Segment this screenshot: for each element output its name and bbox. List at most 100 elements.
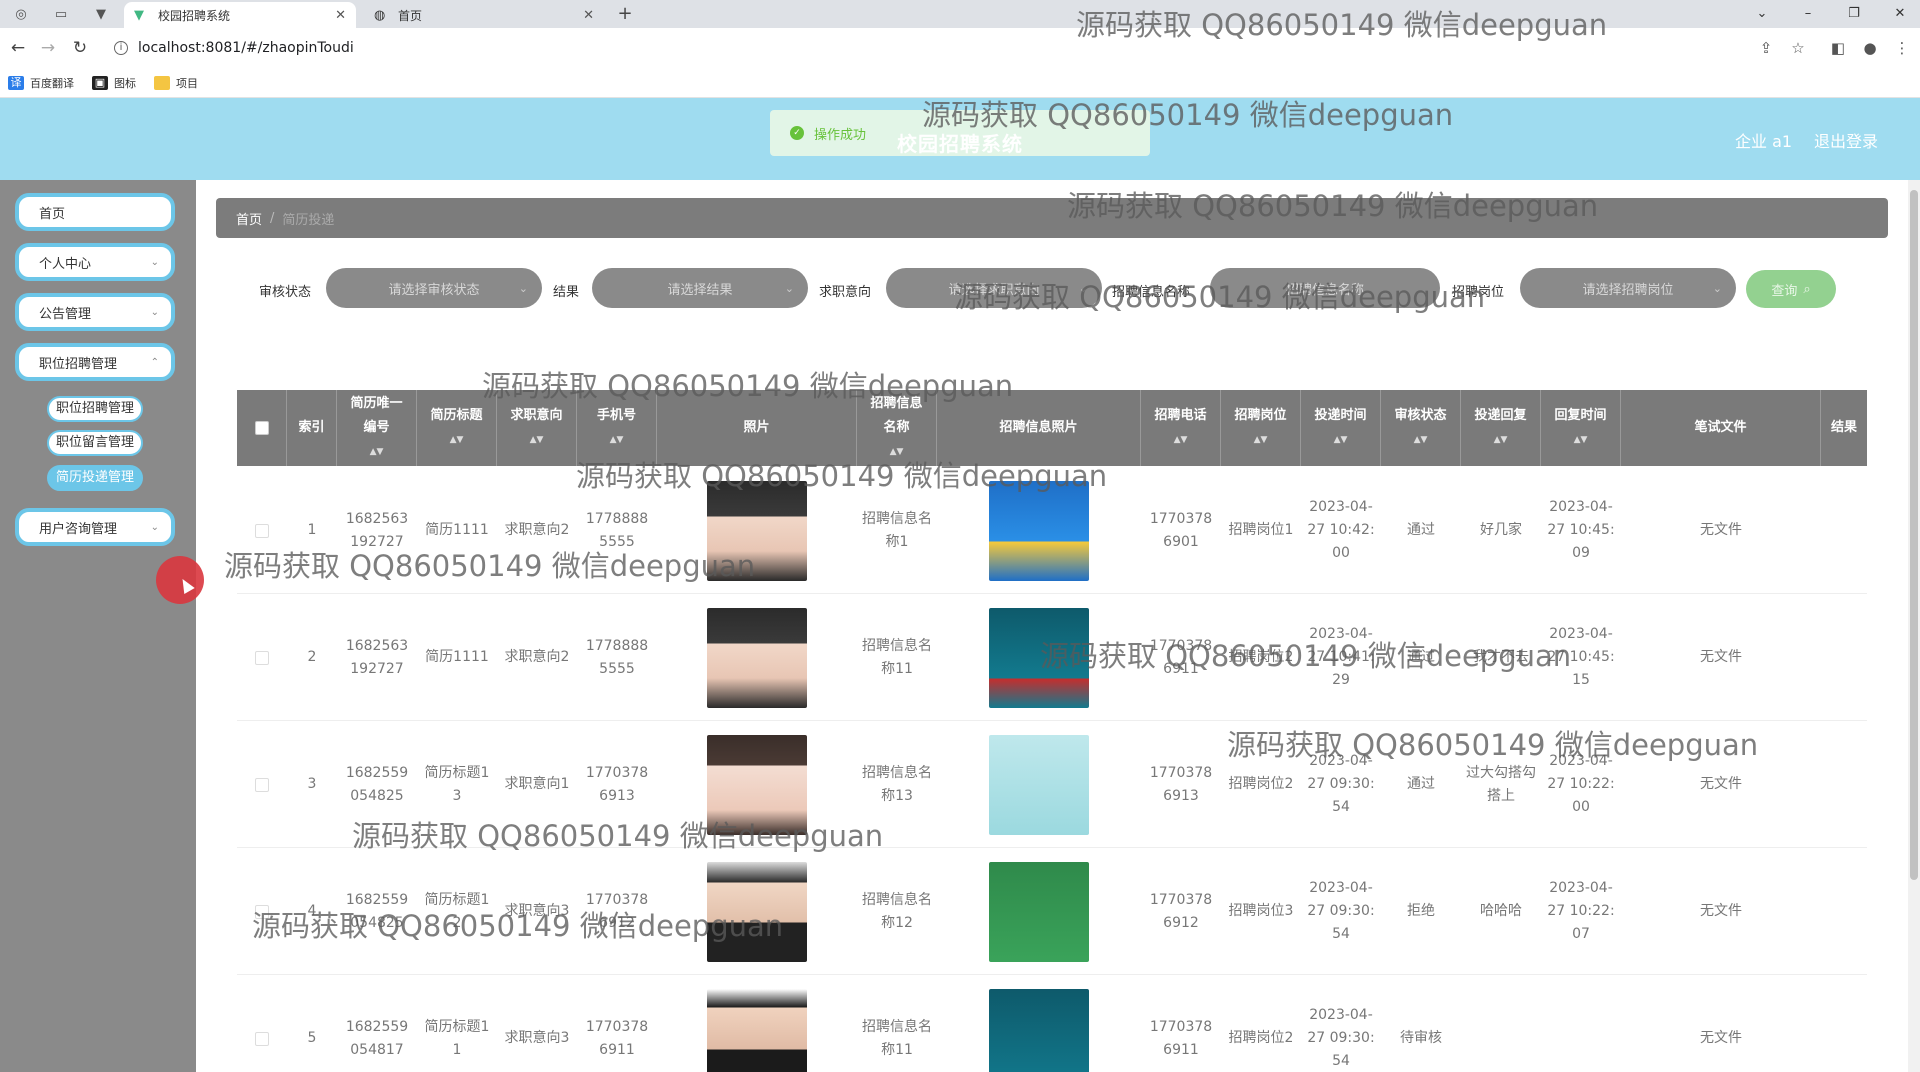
pinned-tab-vue-icon[interactable]: ▼ [90, 4, 112, 24]
resume-photo[interactable] [707, 607, 807, 708]
chevron-down-icon: ⌄ [784, 281, 794, 295]
info-icon[interactable]: i [114, 41, 128, 55]
minimize-button[interactable]: – [1793, 3, 1823, 25]
col-job-name[interactable]: 招聘信息名称 ▲▼ [857, 390, 937, 466]
resume-photo[interactable] [707, 480, 807, 581]
col-position[interactable]: 招聘岗位 ▲▼ [1221, 390, 1301, 466]
sidebar-subitem-job-manage[interactable]: 职位招聘管理 [47, 396, 143, 422]
search-button[interactable]: 查询 ⌕ [1746, 270, 1836, 308]
table-row[interactable]: 5 1682559054817 简历标题11 求职意向3 17703786911… [237, 975, 1867, 1072]
sort-icon[interactable]: ▲▼ [1574, 428, 1588, 452]
job-photo[interactable] [989, 607, 1089, 708]
sort-icon[interactable]: ▲▼ [890, 440, 904, 464]
close-icon[interactable]: ✕ [335, 8, 346, 23]
table-row[interactable]: 2 1682563192727 简历1111 求职意向2 17788885555… [237, 594, 1867, 721]
col-result[interactable]: 结果 [1821, 390, 1867, 466]
col-time[interactable]: 投递时间 ▲▼ [1301, 390, 1381, 466]
col-status[interactable]: 审核状态 ▲▼ [1381, 390, 1461, 466]
select-all-checkbox[interactable] [254, 421, 269, 435]
scrollbar-thumb[interactable] [1910, 190, 1918, 880]
menu-icon[interactable]: ⋮ [1890, 36, 1914, 60]
sidebar-subitem-resume-delivery[interactable]: 简历投递管理 [47, 465, 143, 491]
row-checkbox-cell[interactable] [237, 721, 287, 848]
row-checkbox[interactable] [255, 777, 269, 792]
select-all-checkbox-cell[interactable] [237, 390, 287, 466]
current-user[interactable]: 企业 a1 [1735, 128, 1792, 152]
sort-icon[interactable]: ▲▼ [1174, 428, 1188, 452]
bookmark-baidu-translate[interactable]: 译 百度翻译 [8, 75, 74, 91]
col-job-photo[interactable]: 招聘信息照片 [937, 390, 1141, 466]
filter-select-result[interactable]: 请选择结果 ⌄ [592, 268, 808, 308]
sidebar-item-notice[interactable]: 公告管理 ⌄ [15, 293, 175, 331]
filter-select-status[interactable]: 请选择审核状态 ⌄ [326, 268, 542, 308]
close-icon[interactable]: ✕ [583, 8, 594, 23]
row-checkbox-cell[interactable] [237, 975, 287, 1072]
resume-photo[interactable] [707, 861, 807, 962]
sort-icon[interactable]: ▲▼ [1494, 428, 1508, 452]
table-row[interactable]: 1 1682563192727 简历1111 求职意向2 17788885555… [237, 467, 1867, 594]
sidebar-item-home[interactable]: 首页 [15, 193, 175, 231]
sort-icon[interactable]: ▲▼ [530, 428, 544, 452]
sidebar-item-job-recruit[interactable]: 职位招聘管理 ⌃ [15, 343, 175, 381]
row-checkbox[interactable] [255, 904, 269, 919]
resume-photo[interactable] [707, 988, 807, 1072]
sidebar-item-consult[interactable]: 用户咨询管理 ⌄ [15, 508, 175, 546]
new-tab-button[interactable]: + [614, 3, 636, 25]
pinned-tab-icon[interactable]: ▭ [50, 4, 72, 24]
reload-icon[interactable]: ↻ [68, 36, 92, 60]
sidepanel-icon[interactable]: ◧ [1826, 36, 1850, 60]
breadcrumb-home[interactable]: 首页 [236, 209, 262, 228]
sidebar-item-profile[interactable]: 个人中心 ⌄ [15, 243, 175, 281]
col-index[interactable]: 索引 [287, 390, 337, 466]
col-file[interactable]: 笔试文件 [1621, 390, 1821, 466]
back-icon[interactable]: ← [6, 36, 30, 60]
sort-icon[interactable]: ▲▼ [450, 428, 464, 452]
sort-icon[interactable]: ▲▼ [1334, 428, 1348, 452]
forward-icon[interactable]: → [36, 36, 60, 60]
row-checkbox[interactable] [255, 1031, 269, 1046]
row-checkbox-cell[interactable] [237, 848, 287, 975]
col-label: 招聘信息照片 [999, 420, 1078, 435]
filter-select-intent[interactable]: 请选择求职意向 ⌄ [886, 268, 1102, 308]
row-checkbox-cell[interactable] [237, 467, 287, 594]
url-field[interactable]: i localhost:8081/#/zhaopinToudi [104, 34, 1794, 62]
sort-icon[interactable]: ▲▼ [1254, 428, 1268, 452]
logout-link[interactable]: 退出登录 [1814, 128, 1878, 152]
share-icon[interactable]: ⇪ [1754, 36, 1778, 60]
row-checkbox[interactable] [255, 650, 269, 665]
bookmark-project[interactable]: ■ 项目 [154, 75, 198, 91]
row-checkbox[interactable] [255, 523, 269, 538]
table-row[interactable]: 4 1682559054825 简历标题12 求职意向3 17703786912… [237, 848, 1867, 975]
bookmark-icons[interactable]: ▣ 图标 [92, 75, 136, 91]
col-intent[interactable]: 求职意向 ▲▼ [497, 390, 577, 466]
sort-icon[interactable]: ▲▼ [370, 440, 384, 464]
tab-search-icon[interactable]: ⌄ [1747, 3, 1777, 25]
col-phone[interactable]: 手机号 ▲▼ [577, 390, 657, 466]
job-photo[interactable] [989, 734, 1089, 835]
sidebar-subitem-job-message[interactable]: 职位留言管理 [47, 430, 143, 456]
filter-input-job-name[interactable]: 招聘信息名称 [1210, 268, 1440, 308]
col-photo[interactable]: 照片 [657, 390, 857, 466]
job-photo[interactable] [989, 861, 1089, 962]
browser-tab[interactable]: ◍ 首页 ✕ [364, 2, 604, 28]
browser-tab-active[interactable]: ▼ 校园招聘系统 ✕ [124, 2, 356, 28]
col-tel[interactable]: 招聘电话 ▲▼ [1141, 390, 1221, 466]
col-resume-id[interactable]: 简历唯一编号 ▲▼ [337, 390, 417, 466]
col-reply[interactable]: 投递回复 ▲▼ [1461, 390, 1541, 466]
window-close-button[interactable]: ✕ [1885, 3, 1915, 25]
job-photo[interactable] [989, 480, 1089, 581]
row-checkbox-cell[interactable] [237, 594, 287, 721]
vertical-scrollbar[interactable] [1908, 180, 1920, 1072]
pinned-tab-icon[interactable]: ◎ [10, 4, 32, 24]
job-photo[interactable] [989, 988, 1089, 1072]
star-icon[interactable]: ☆ [1786, 36, 1810, 60]
col-reply-time[interactable]: 回复时间 ▲▼ [1541, 390, 1621, 466]
restore-button[interactable]: ❐ [1839, 3, 1869, 25]
sort-icon[interactable]: ▲▼ [1414, 428, 1428, 452]
resume-photo[interactable] [707, 734, 807, 835]
filter-select-position[interactable]: 请选择招聘岗位 ⌄ [1520, 268, 1736, 308]
sort-icon[interactable]: ▲▼ [610, 428, 624, 452]
profile-icon[interactable]: ● [1858, 36, 1882, 60]
table-row[interactable]: 3 1682559054825 简历标题13 求职意向1 17703786913… [237, 721, 1867, 848]
col-resume-title[interactable]: 简历标题 ▲▼ [417, 390, 497, 466]
